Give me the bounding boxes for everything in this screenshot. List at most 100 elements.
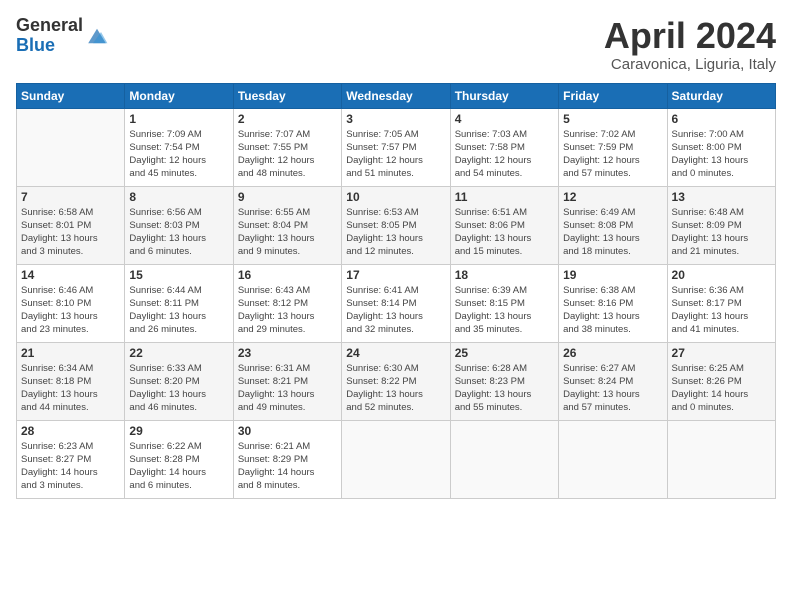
calendar-cell: 14Sunrise: 6:46 AM Sunset: 8:10 PM Dayli… [17,264,125,342]
day-number: 22 [129,346,228,360]
day-info: Sunrise: 6:53 AM Sunset: 8:05 PM Dayligh… [346,206,445,259]
calendar-cell: 21Sunrise: 6:34 AM Sunset: 8:18 PM Dayli… [17,342,125,420]
location: Caravonica, Liguria, Italy [604,56,776,73]
day-number: 15 [129,268,228,282]
calendar-cell: 2Sunrise: 7:07 AM Sunset: 7:55 PM Daylig… [233,108,341,186]
day-info: Sunrise: 6:44 AM Sunset: 8:11 PM Dayligh… [129,284,228,337]
day-info: Sunrise: 6:55 AM Sunset: 8:04 PM Dayligh… [238,206,337,259]
day-number: 25 [455,346,554,360]
day-info: Sunrise: 7:02 AM Sunset: 7:59 PM Dayligh… [563,128,662,181]
calendar-cell: 15 Sunrise: 6:44 AM Sunset: 8:11 PM Dayli… [125,264,233,342]
day-info: Sunrise: 6:33 AM Sunset: 8:20 PM Dayligh… [129,362,228,415]
calendar-cell: 22 Sunrise: 6:33 AM Sunset: 8:20 PM Dayli… [125,342,233,420]
day-number: 10 [346,190,445,204]
weekday-header-tuesday: Tuesday [233,83,341,108]
calendar-cell: 29 Sunrise: 6:22 AM Sunset: 8:28 PM Dayli… [125,420,233,498]
calendar-cell: 7 Sunrise: 6:58 AM Sunset: 8:01 PM Daylig… [17,186,125,264]
page-container: General Blue April 2024 Caravonica, Ligu… [0,0,792,507]
calendar-cell: 1 Sunrise: 7:09 AM Sunset: 7:54 PM Daylig… [125,108,233,186]
calendar-cell: 19Sunrise: 6:38 AM Sunset: 8:16 PM Dayli… [559,264,667,342]
calendar-cell [667,420,775,498]
weekday-header-row: SundayMondayTuesdayWednesdayThursdayFrid… [17,83,776,108]
day-info: Sunrise: 6:43 AM Sunset: 8:12 PM Dayligh… [238,284,337,337]
day-info: Sunrise: 6:27 AM Sunset: 8:24 PM Dayligh… [563,362,662,415]
day-number: 6 [672,112,771,126]
day-number: 16 [238,268,337,282]
weekday-header-saturday: Saturday [667,83,775,108]
day-number: 2 [238,112,337,126]
calendar-cell [559,420,667,498]
day-info: Sunrise: 6:41 AM Sunset: 8:14 PM Dayligh… [346,284,445,337]
month-title: April 2024 [604,16,776,56]
day-info: Sunrise: 6:48 AM Sunset: 8:09 PM Dayligh… [672,206,771,259]
day-number: 29 [129,424,228,438]
day-info: Sunrise: 6:58 AM Sunset: 8:01 PM Dayligh… [21,206,120,259]
day-number: 13 [672,190,771,204]
day-number: 8 [129,190,228,204]
calendar-cell: 8 Sunrise: 6:56 AM Sunset: 8:03 PM Daylig… [125,186,233,264]
calendar-table: SundayMondayTuesdayWednesdayThursdayFrid… [16,83,776,499]
day-info: Sunrise: 6:34 AM Sunset: 8:18 PM Dayligh… [21,362,120,415]
weekday-header-monday: Monday [125,83,233,108]
day-number: 3 [346,112,445,126]
calendar-cell: 27 Sunrise: 6:25 AM Sunset: 8:26 PM Dayli… [667,342,775,420]
calendar-cell: 24 Sunrise: 6:30 AM Sunset: 8:22 PM Dayli… [342,342,450,420]
day-info: Sunrise: 7:03 AM Sunset: 7:58 PM Dayligh… [455,128,554,181]
day-number: 26 [563,346,662,360]
logo: General Blue [16,16,109,56]
calendar-week-row: 28 Sunrise: 6:23 AM Sunset: 8:27 PM Dayli… [17,420,776,498]
day-number: 12 [563,190,662,204]
day-number: 5 [563,112,662,126]
calendar-week-row: 1 Sunrise: 7:09 AM Sunset: 7:54 PM Daylig… [17,108,776,186]
day-number: 7 [21,190,120,204]
weekday-header-wednesday: Wednesday [342,83,450,108]
calendar-cell: 18Sunrise: 6:39 AM Sunset: 8:15 PM Dayli… [450,264,558,342]
logo-icon [85,24,109,48]
day-number: 1 [129,112,228,126]
calendar-cell: 28 Sunrise: 6:23 AM Sunset: 8:27 PM Dayli… [17,420,125,498]
calendar-cell: 3 Sunrise: 7:05 AM Sunset: 7:57 PM Daylig… [342,108,450,186]
day-number: 17 [346,268,445,282]
day-info: Sunrise: 6:23 AM Sunset: 8:27 PM Dayligh… [21,440,120,493]
day-number: 28 [21,424,120,438]
day-info: Sunrise: 6:36 AM Sunset: 8:17 PM Dayligh… [672,284,771,337]
calendar-cell [450,420,558,498]
calendar-cell: 13 Sunrise: 6:48 AM Sunset: 8:09 PM Dayli… [667,186,775,264]
calendar-cell: 4 Sunrise: 7:03 AM Sunset: 7:58 PM Daylig… [450,108,558,186]
calendar-cell: 17 Sunrise: 6:41 AM Sunset: 8:14 PM Dayli… [342,264,450,342]
day-number: 11 [455,190,554,204]
calendar-cell: 11 Sunrise: 6:51 AM Sunset: 8:06 PM Dayli… [450,186,558,264]
day-info: Sunrise: 7:09 AM Sunset: 7:54 PM Dayligh… [129,128,228,181]
day-info: Sunrise: 6:56 AM Sunset: 8:03 PM Dayligh… [129,206,228,259]
calendar-cell: 30 Sunrise: 6:21 AM Sunset: 8:29 PM Dayli… [233,420,341,498]
day-info: Sunrise: 6:31 AM Sunset: 8:21 PM Dayligh… [238,362,337,415]
day-number: 24 [346,346,445,360]
day-number: 23 [238,346,337,360]
day-number: 4 [455,112,554,126]
calendar-cell: 16 Sunrise: 6:43 AM Sunset: 8:12 PM Dayli… [233,264,341,342]
header: General Blue April 2024 Caravonica, Ligu… [16,16,776,73]
day-number: 27 [672,346,771,360]
day-info: Sunrise: 6:25 AM Sunset: 8:26 PM Dayligh… [672,362,771,415]
day-info: Sunrise: 7:05 AM Sunset: 7:57 PM Dayligh… [346,128,445,181]
day-number: 30 [238,424,337,438]
calendar-cell: 25 Sunrise: 6:28 AM Sunset: 8:23 PM Dayli… [450,342,558,420]
calendar-cell: 12 Sunrise: 6:49 AM Sunset: 8:08 PM Dayli… [559,186,667,264]
day-info: Sunrise: 6:28 AM Sunset: 8:23 PM Dayligh… [455,362,554,415]
weekday-header-thursday: Thursday [450,83,558,108]
calendar-cell: 6 Sunrise: 7:00 AM Sunset: 8:00 PM Daylig… [667,108,775,186]
day-info: Sunrise: 6:51 AM Sunset: 8:06 PM Dayligh… [455,206,554,259]
day-number: 18 [455,268,554,282]
calendar-week-row: 14Sunrise: 6:46 AM Sunset: 8:10 PM Dayli… [17,264,776,342]
logo-general: General [16,16,83,36]
weekday-header-sunday: Sunday [17,83,125,108]
day-info: Sunrise: 7:00 AM Sunset: 8:00 PM Dayligh… [672,128,771,181]
calendar-cell [17,108,125,186]
day-info: Sunrise: 6:21 AM Sunset: 8:29 PM Dayligh… [238,440,337,493]
day-info: Sunrise: 6:22 AM Sunset: 8:28 PM Dayligh… [129,440,228,493]
day-info: Sunrise: 6:46 AM Sunset: 8:10 PM Dayligh… [21,284,120,337]
day-info: Sunrise: 6:49 AM Sunset: 8:08 PM Dayligh… [563,206,662,259]
title-block: April 2024 Caravonica, Liguria, Italy [604,16,776,73]
day-number: 19 [563,268,662,282]
day-info: Sunrise: 6:30 AM Sunset: 8:22 PM Dayligh… [346,362,445,415]
